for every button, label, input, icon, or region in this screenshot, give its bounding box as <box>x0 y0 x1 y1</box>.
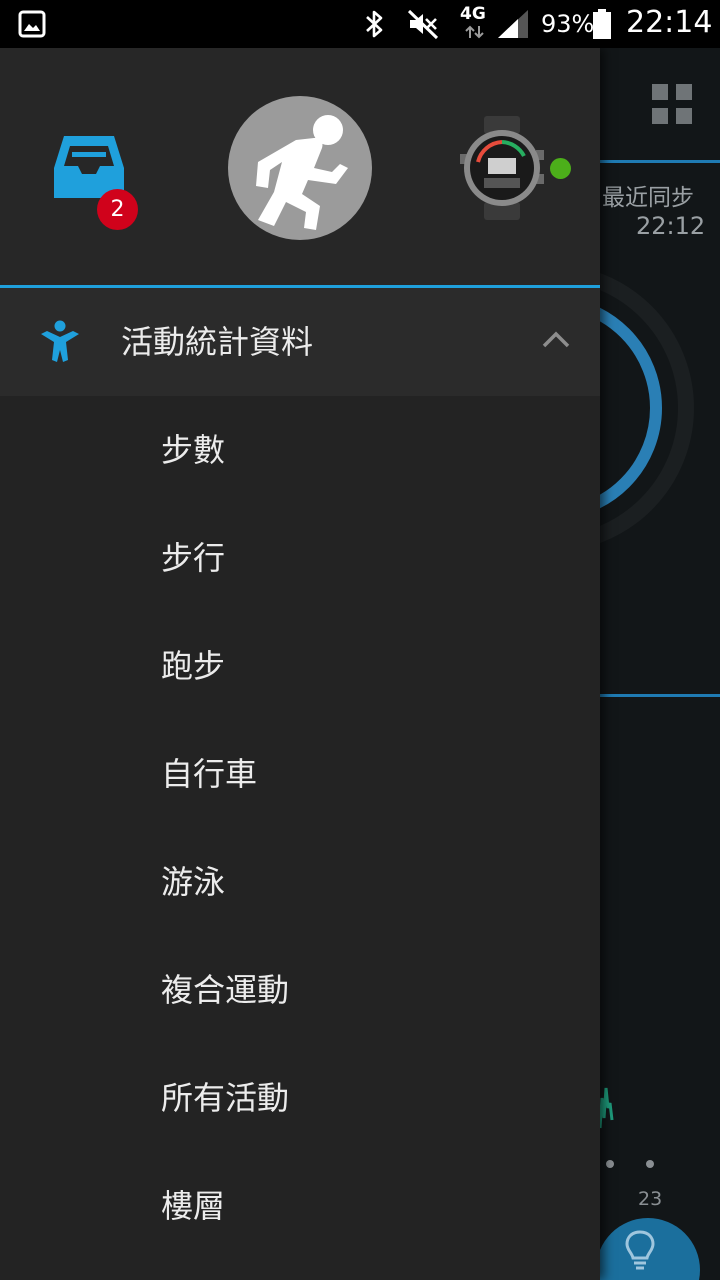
inbox-badge: 2 <box>97 189 138 230</box>
graph-dot <box>606 1160 614 1168</box>
menu-item-all-activities[interactable]: 所有活動 <box>0 1044 600 1152</box>
menu-item-swimming[interactable]: 游泳 <box>0 828 600 936</box>
menu-item-steps[interactable]: 步數 <box>0 396 600 504</box>
menu-item-label: 所有活動 <box>161 1079 290 1117</box>
divider <box>600 694 720 697</box>
graph-axis-label: 23 <box>638 1188 663 1210</box>
drawer-header: 2 <box>0 48 600 287</box>
chevron-up-icon[interactable] <box>540 328 572 352</box>
avatar[interactable] <box>228 96 372 240</box>
lightbulb-icon <box>625 1230 655 1270</box>
menu-item-label: 步數 <box>161 431 226 469</box>
section-title: 活動統計資料 <box>121 323 314 361</box>
last-sync-label: 最近同步 <box>602 185 694 211</box>
battery-percent: 93% <box>541 10 595 38</box>
grid-icon <box>652 84 692 124</box>
divider <box>600 160 720 163</box>
activity-menu: 步數 步行 跑步 自行車 游泳 複合運動 所有活動 樓層 <box>0 396 600 1260</box>
network-type: 4G <box>460 4 486 24</box>
graph-dot <box>646 1160 654 1168</box>
menu-item-cycling[interactable]: 自行車 <box>0 720 600 828</box>
menu-item-label: 跑步 <box>161 647 226 685</box>
data-activity-icon <box>465 25 484 39</box>
menu-item-floors[interactable]: 樓層 <box>0 1152 600 1260</box>
menu-item-label: 複合運動 <box>161 971 290 1009</box>
menu-item-walking[interactable]: 步行 <box>0 504 600 612</box>
background-app: 最近同步 22:12 23 <box>600 48 720 1280</box>
clock: 22:14 <box>626 5 713 40</box>
person-icon <box>41 320 79 362</box>
runner-icon <box>256 115 348 230</box>
signal-icon <box>498 10 528 38</box>
gallery-notification-icon <box>18 10 46 38</box>
mute-icon <box>407 9 439 40</box>
battery-icon <box>593 9 611 39</box>
menu-item-label: 樓層 <box>161 1187 226 1225</box>
navigation-drawer: 2 活動統計資料 步數 步行 跑步 自行車 游泳 複合運動 所有活動 樓層 <box>0 48 600 1280</box>
watch-icon[interactable] <box>460 116 544 220</box>
bluetooth-icon <box>366 10 383 38</box>
menu-item-running[interactable]: 跑步 <box>0 612 600 720</box>
last-sync-time: 22:12 <box>636 212 706 240</box>
status-bar: 4G 93% 22:14 <box>0 0 720 48</box>
menu-item-label: 步行 <box>161 539 226 577</box>
activity-stats-section-header[interactable]: 活動統計資料 <box>0 288 600 396</box>
connected-status-dot <box>550 158 571 179</box>
progress-ring <box>600 272 694 544</box>
menu-item-label: 自行車 <box>161 755 258 793</box>
activity-graph <box>600 1087 614 1129</box>
menu-item-multisport[interactable]: 複合運動 <box>0 936 600 1044</box>
menu-item-label: 游泳 <box>161 863 226 901</box>
